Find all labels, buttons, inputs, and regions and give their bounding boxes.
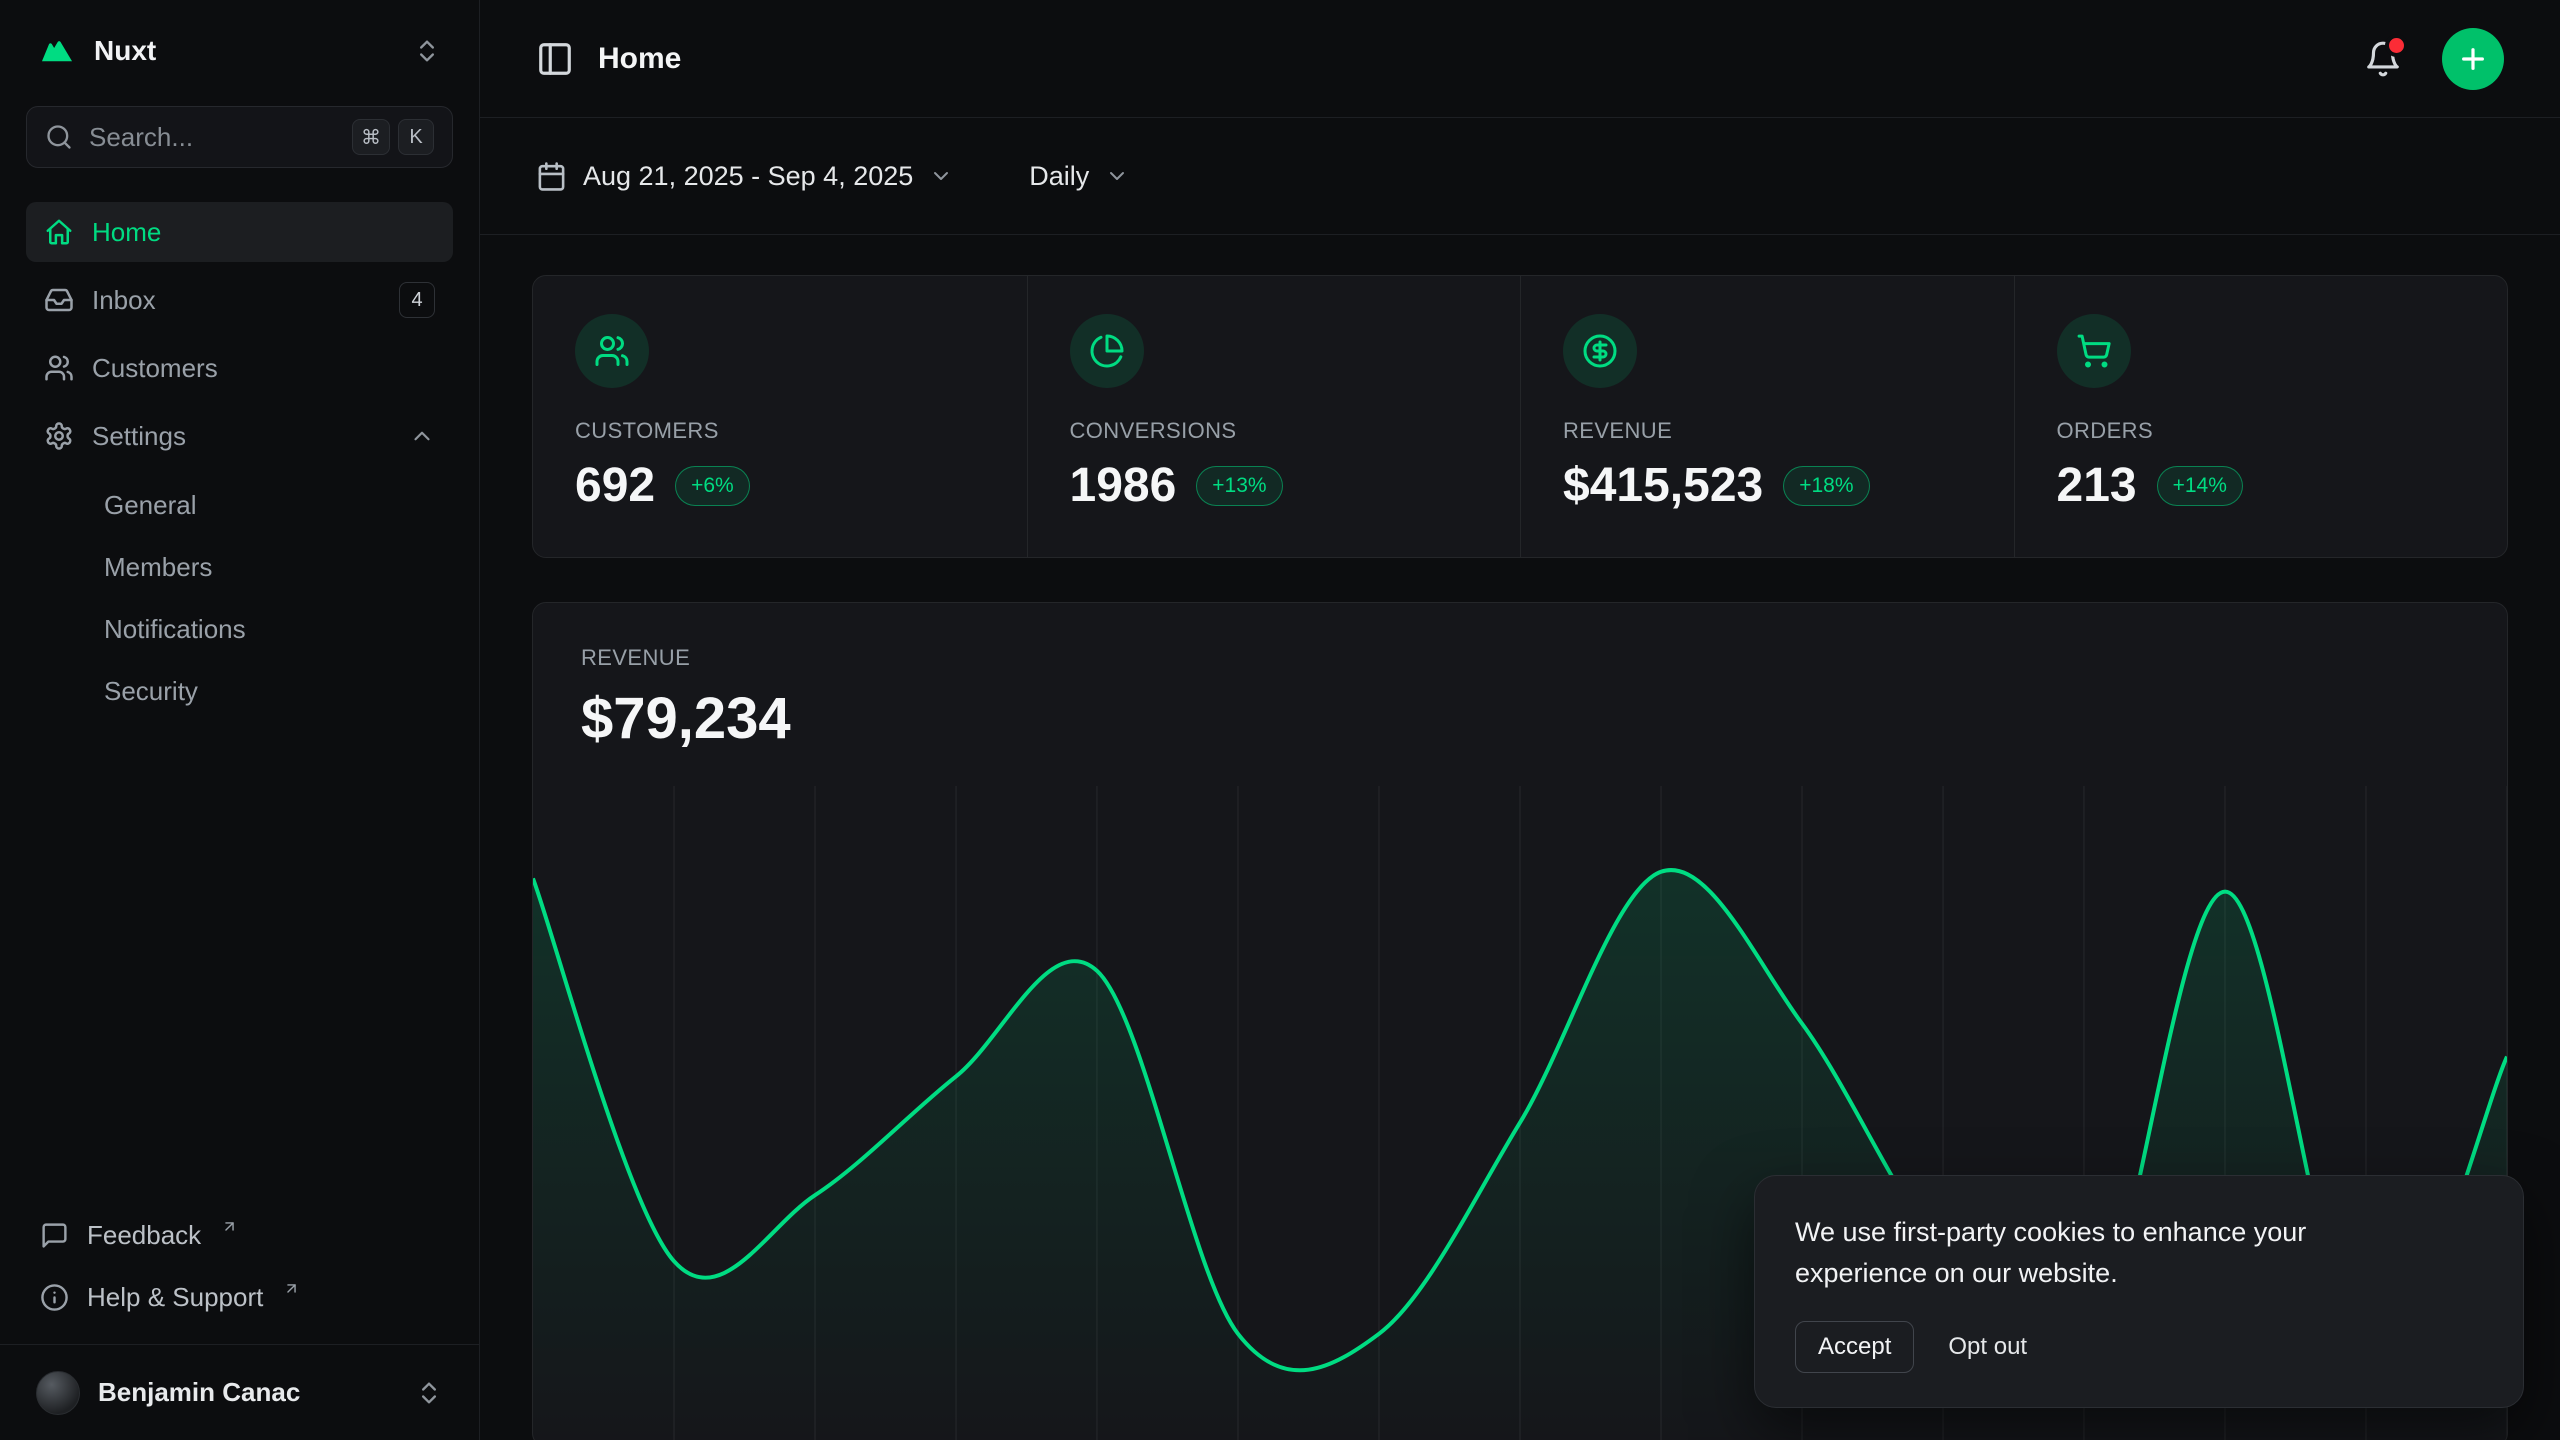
stat-value: 213 — [2057, 458, 2137, 513]
search-input[interactable]: Search... ⌘ K — [26, 106, 453, 168]
avatar — [36, 1371, 80, 1415]
stat-delta-badge: +6% — [675, 466, 750, 506]
pie-chart-icon — [1070, 314, 1144, 388]
chevron-up-down-icon — [415, 1379, 443, 1407]
add-button[interactable] — [2442, 28, 2504, 90]
date-range-label: Aug 21, 2025 - Sep 4, 2025 — [583, 161, 913, 192]
sidebar-item-security[interactable]: Security — [26, 660, 453, 722]
stat-label: CUSTOMERS — [575, 418, 985, 444]
chat-bubble-icon — [40, 1221, 69, 1250]
interval-select[interactable]: Daily — [1029, 161, 1129, 192]
users-icon — [44, 353, 74, 383]
help-support-link[interactable]: Help & Support — [26, 1266, 453, 1328]
search-icon — [45, 123, 73, 151]
sidebar-item-label: Customers — [92, 353, 218, 384]
shopping-cart-icon — [2057, 314, 2131, 388]
dollar-circle-icon — [1563, 314, 1637, 388]
info-circle-icon — [40, 1283, 69, 1312]
user-name: Benjamin Canac — [98, 1377, 397, 1408]
chevron-up-icon — [409, 423, 435, 449]
chevron-up-down-icon — [413, 37, 441, 65]
kbd-meta: ⌘ — [352, 119, 390, 155]
calendar-icon — [536, 161, 567, 192]
settings-children: General Members Notifications Security — [26, 474, 453, 722]
inbox-icon — [44, 285, 74, 315]
sidebar-item-notifications[interactable]: Notifications — [26, 598, 453, 660]
stat-conversions[interactable]: CONVERSIONS 1986 +13% — [1027, 276, 1521, 557]
sidebar-item-general[interactable]: General — [26, 474, 453, 536]
sidebar-item-label: Members — [104, 552, 212, 583]
sidebar-item-label: Notifications — [104, 614, 246, 645]
optout-cookies-button[interactable]: Opt out — [1944, 1322, 2031, 1372]
home-icon — [44, 217, 74, 247]
footer-item-label: Help & Support — [87, 1282, 263, 1313]
external-link-icon — [283, 1280, 300, 1297]
filters-toolbar: Aug 21, 2025 - Sep 4, 2025 Daily — [480, 118, 2560, 235]
stat-orders[interactable]: ORDERS 213 +14% — [2014, 276, 2508, 557]
cookie-message: We use first-party cookies to enhance yo… — [1795, 1212, 2375, 1293]
sidebar-item-members[interactable]: Members — [26, 536, 453, 598]
stat-label: REVENUE — [1563, 418, 1972, 444]
sidebar-nav: Home Inbox 4 Customers Settings General … — [26, 202, 453, 722]
sidebar-item-label: Home — [92, 217, 161, 248]
stat-delta-badge: +14% — [2157, 466, 2243, 506]
stat-value: 692 — [575, 458, 655, 513]
date-range-button[interactable]: Aug 21, 2025 - Sep 4, 2025 — [536, 161, 953, 192]
stat-label: ORDERS — [2057, 418, 2466, 444]
sidebar-item-customers[interactable]: Customers — [26, 338, 453, 398]
revenue-chart-value: $79,234 — [581, 685, 2459, 752]
chevron-down-icon — [1105, 164, 1129, 188]
search-shortcut: ⌘ K — [352, 119, 434, 155]
feedback-link[interactable]: Feedback — [26, 1204, 453, 1266]
kbd-k: K — [398, 119, 434, 155]
sidebar-footer: Feedback Help & Support — [26, 1204, 453, 1344]
accept-cookies-button[interactable]: Accept — [1795, 1321, 1914, 1373]
notification-dot — [2389, 38, 2404, 53]
sidebar-item-label: Security — [104, 676, 198, 707]
stat-customers[interactable]: CUSTOMERS 692 +6% — [533, 276, 1027, 557]
stat-value: $415,523 — [1563, 458, 1763, 513]
sidebar-item-settings[interactable]: Settings — [26, 406, 453, 466]
interval-label: Daily — [1029, 161, 1089, 192]
plus-icon — [2457, 43, 2489, 75]
revenue-chart-label: REVENUE — [581, 645, 2459, 671]
stats-summary-card: CUSTOMERS 692 +6% CONVERSIONS 1986 +13% — [532, 275, 2508, 558]
users-icon — [575, 314, 649, 388]
sidebar-item-inbox[interactable]: Inbox 4 — [26, 270, 453, 330]
stat-delta-badge: +18% — [1783, 466, 1869, 506]
stat-label: CONVERSIONS — [1070, 418, 1479, 444]
sidebar: Nuxt Search... ⌘ K Home Inbox 4 Cu — [0, 0, 480, 1440]
stat-value: 1986 — [1070, 458, 1177, 513]
gear-icon — [44, 421, 74, 451]
brand-name: Nuxt — [94, 35, 395, 67]
cookie-consent-toast: We use first-party cookies to enhance yo… — [1754, 1175, 2524, 1408]
sidebar-item-label: General — [104, 490, 197, 521]
sidebar-item-home[interactable]: Home — [26, 202, 453, 262]
nuxt-logo-icon — [38, 32, 76, 70]
sidebar-toggle-icon[interactable] — [536, 40, 574, 78]
top-bar: Home — [480, 0, 2560, 118]
stat-delta-badge: +13% — [1196, 466, 1282, 506]
external-link-icon — [221, 1218, 238, 1235]
sidebar-item-label: Inbox — [92, 285, 156, 316]
stat-revenue[interactable]: REVENUE $415,523 +18% — [1520, 276, 2014, 557]
workspace-selector[interactable]: Nuxt — [26, 22, 453, 80]
notifications-button[interactable] — [2364, 40, 2402, 78]
sidebar-item-label: Settings — [92, 421, 186, 452]
chevron-down-icon — [929, 164, 953, 188]
footer-item-label: Feedback — [87, 1220, 201, 1251]
user-menu[interactable]: Benjamin Canac — [0, 1344, 479, 1440]
inbox-count-badge: 4 — [399, 282, 435, 318]
page-title: Home — [598, 42, 681, 76]
search-placeholder: Search... — [89, 122, 193, 153]
